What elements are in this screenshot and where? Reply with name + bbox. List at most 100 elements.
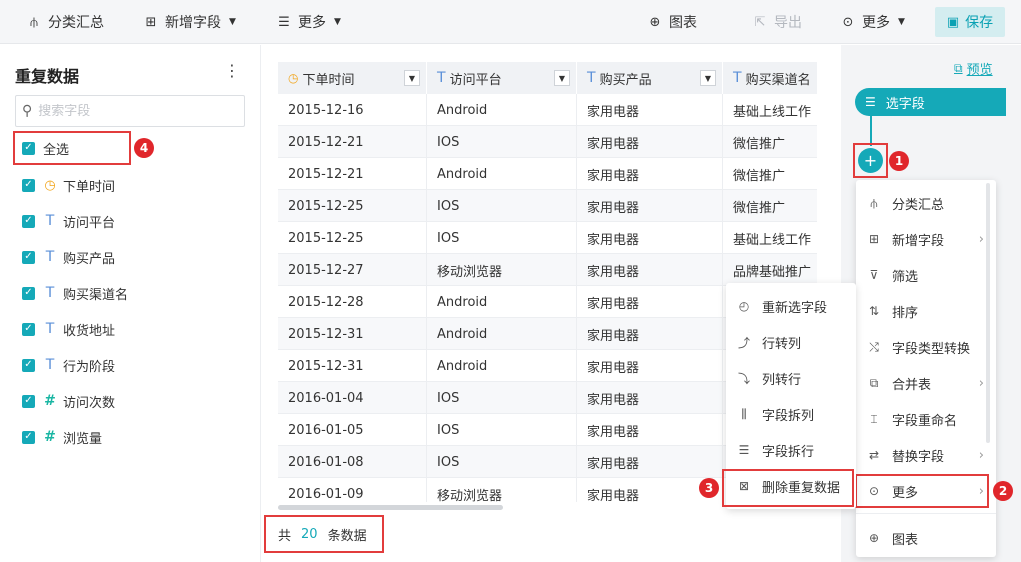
menu-item-add-field[interactable]: ⊞ 新增字段 › [866, 221, 996, 257]
field-label: 购买渠道名 [63, 287, 129, 303]
table-cell: 家用电器 [577, 382, 723, 414]
menu-label: 排序 [892, 305, 919, 321]
horizontal-scrollbar[interactable] [278, 505, 503, 510]
step-label: 选字段 [885, 96, 925, 112]
table-cell: 家用电器 [577, 286, 723, 318]
shuffle-icon: ⤭ [869, 339, 879, 354]
table-cell: 移动浏览器 [427, 254, 577, 286]
table-cell: 2015-12-31 [278, 318, 427, 350]
export-button[interactable]: ⇱ 导出 [752, 0, 802, 44]
dropdown-icon[interactable]: ▼ [700, 70, 716, 86]
search-box: ⚲ [15, 95, 245, 127]
submenu-item-col-to-row[interactable]: ⤵ 列转行 [736, 360, 801, 396]
field-item[interactable]: ✓ T 行为阶段 [22, 355, 115, 375]
more-left-button[interactable]: ☰ 更多 ▼ [276, 0, 341, 44]
field-item[interactable]: ✓ T 访问平台 [22, 211, 115, 231]
highlight-box-remove-duplicates [722, 469, 854, 507]
column-header[interactable]: T 访问平台 ▼ [427, 62, 577, 94]
submenu-item-reselect[interactable]: ◴ 重新选字段 [736, 288, 827, 324]
menu-item-convert-type[interactable]: ⤭ 字段类型转换 [866, 329, 970, 365]
ellipsis-circle-icon: ⊙ [842, 14, 854, 30]
table-header: ◷ 下单时间 ▼ T 访问平台 ▼ T 购买产品 ▼ T 购买渠道名 [278, 62, 817, 94]
dropdown-icon[interactable]: ▼ [404, 70, 420, 86]
field-label: 行为阶段 [63, 359, 116, 375]
chevron-right-icon: › [978, 375, 984, 391]
field-item[interactable]: ✓ T 收货地址 [22, 319, 115, 339]
table-cell: 家用电器 [577, 350, 723, 382]
menu-item-merge-table[interactable]: ⧉ 合并表 › [866, 365, 996, 401]
count-value: 20 [301, 526, 318, 542]
more-right-label: 更多 [862, 15, 890, 31]
field-item[interactable]: ✓ ◷ 下单时间 [22, 175, 115, 195]
table-cell: 移动浏览器 [427, 478, 577, 502]
clock-icon: ◷ [288, 71, 299, 85]
table-cell: 2016-01-08 [278, 446, 427, 478]
step-select-fields[interactable]: ☰ 选字段 [855, 88, 1006, 116]
menu-item-filter[interactable]: ⊽ 筛选 [866, 257, 918, 293]
summary-button[interactable]: ⫛ 分类汇总 [26, 0, 104, 44]
menu-item-rename[interactable]: ⌶ 字段重命名 [866, 401, 957, 437]
field-item[interactable]: ✓ # 浏览量 [22, 427, 102, 447]
hierarchy-icon: ⫛ [870, 195, 878, 210]
menu-item-replace-field[interactable]: ⇄ 替换字段 › [866, 437, 996, 473]
replace-icon: ⇄ [868, 448, 880, 462]
export-label: 导出 [774, 15, 802, 31]
preview-link[interactable]: ⧉ 预览 [954, 59, 993, 78]
submenu-item-split-row[interactable]: ☰ 字段拆行 [736, 432, 814, 468]
table-cell: 基础上线工作 [723, 222, 817, 254]
add-field-button[interactable]: ⊞ 新增字段 ▼ [143, 0, 236, 44]
submenu-label: 列转行 [762, 372, 802, 388]
table-row: 2015-12-25 IOS 家用电器 基础上线工作 [278, 222, 817, 254]
table-cell: 2015-12-21 [278, 126, 427, 158]
table-cell: 家用电器 [577, 318, 723, 350]
save-button[interactable]: ▣ 保存 [935, 7, 1005, 37]
caret-down-icon: ▼ [334, 17, 341, 27]
table-cell: 家用电器 [577, 190, 723, 222]
caret-down-icon: ▼ [898, 17, 905, 27]
summary-label: 分类汇总 [48, 15, 104, 31]
menu-item-summary[interactable]: ⫛ 分类汇总 [866, 185, 944, 221]
menu-item-chart[interactable]: ⊕ 图表 [866, 520, 918, 556]
table-row: 2015-12-16 Android 家用电器 基础上线工作 [278, 94, 817, 126]
more-right-button[interactable]: ⊙ 更多 ▼ [840, 0, 905, 44]
submenu-item-split-col[interactable]: ⫼ 字段拆列 [736, 396, 814, 432]
table-cell: 家用电器 [577, 254, 723, 286]
plus-circle-icon: ⊕ [868, 531, 880, 545]
menu-label: 字段类型转换 [892, 341, 971, 357]
text-type-icon: T [45, 213, 55, 229]
checkbox-checked-icon: ✓ [22, 286, 35, 300]
dropdown-icon[interactable]: ▼ [554, 70, 570, 86]
text-type-icon: T [45, 321, 55, 337]
kebab-menu-icon[interactable]: ⋮ [224, 61, 240, 80]
menu-label: 新增字段 [892, 233, 945, 249]
field-item[interactable]: ✓ T 购买渠道名 [22, 283, 128, 303]
checkbox-checked-icon: ✓ [22, 322, 35, 336]
field-item[interactable]: ✓ # 访问次数 [22, 391, 115, 411]
table-cell: 家用电器 [577, 222, 723, 254]
column-header[interactable]: T 购买产品 ▼ [577, 62, 723, 94]
table-cell: IOS [427, 382, 577, 414]
column-header[interactable]: ◷ 下单时间 ▼ [278, 62, 427, 94]
field-label: 购买产品 [63, 251, 116, 267]
column-header[interactable]: T 购买渠道名 [723, 62, 817, 94]
select-fields-icon: ☰ [865, 95, 876, 109]
split-rows-icon: ☰ [738, 443, 750, 457]
table-cell: 家用电器 [577, 158, 723, 190]
menu-scrollbar[interactable] [986, 183, 990, 443]
clock-icon: ◷ [44, 177, 56, 193]
menu-label: 字段重命名 [892, 413, 958, 429]
save-label: 保存 [965, 15, 994, 31]
search-input[interactable] [38, 103, 229, 119]
table-cell: IOS [427, 222, 577, 254]
chart-button[interactable]: ⊕ 图表 [647, 0, 697, 44]
submenu-item-row-to-col[interactable]: ⤴ 行转列 [736, 324, 801, 360]
table-cell: Android [427, 94, 577, 126]
table-row: 2015-12-21 Android 家用电器 微信推广 [278, 158, 817, 190]
step-badge-4: 4 [134, 138, 154, 158]
menu-label: 图表 [892, 532, 919, 548]
highlight-box-more [855, 474, 989, 508]
menu-item-sort[interactable]: ⇅ 排序 [866, 293, 918, 329]
table-row: 2015-12-25 IOS 家用电器 微信推广 [278, 190, 817, 222]
field-item[interactable]: ✓ T 购买产品 [22, 247, 115, 267]
checkbox-checked-icon: ✓ [22, 394, 35, 408]
